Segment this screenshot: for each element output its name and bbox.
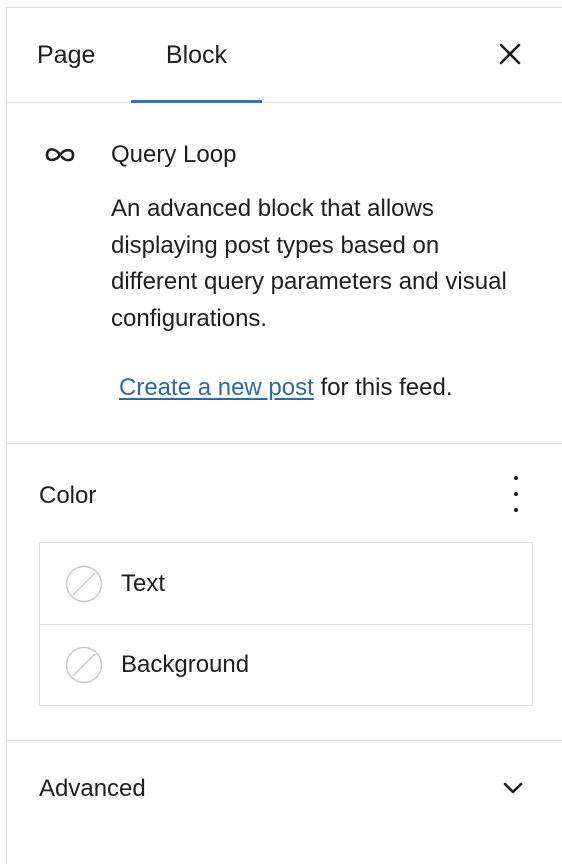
inspector-tabs: Page Block xyxy=(7,8,562,103)
color-options-menu-button[interactable] xyxy=(504,476,528,512)
color-item-text[interactable]: Text xyxy=(40,543,532,624)
color-item-list: Text Background xyxy=(39,542,533,706)
tab-block[interactable]: Block xyxy=(131,8,262,102)
block-card: Query Loop An advanced block that allows… xyxy=(7,103,562,444)
empty-swatch-icon xyxy=(65,646,103,684)
color-item-background[interactable]: Background xyxy=(40,624,532,705)
block-description: An advanced block that allows displaying… xyxy=(111,195,507,332)
color-item-label: Background xyxy=(121,651,250,678)
empty-swatch-icon xyxy=(65,565,103,602)
tab-page[interactable]: Page xyxy=(37,8,95,102)
close-icon xyxy=(499,43,521,65)
color-item-label: Text xyxy=(121,569,166,597)
kebab-dot-icon xyxy=(514,476,518,480)
kebab-dot-icon xyxy=(514,492,518,496)
block-title: Query Loop xyxy=(111,141,237,168)
chevron-down-icon xyxy=(503,782,523,794)
color-panel: Color Text Background xyxy=(7,444,562,741)
feed-hint: Create a new post for this feed. xyxy=(119,374,453,402)
loop-icon xyxy=(45,148,75,162)
close-button[interactable] xyxy=(494,38,526,70)
kebab-dot-icon xyxy=(514,508,518,512)
block-inspector-panel: Page Block Query Loop An advanced block … xyxy=(6,7,562,864)
advanced-panel-toggle[interactable]: Advanced xyxy=(7,741,562,841)
feed-hint-suffix: for this feed. xyxy=(313,374,453,401)
color-panel-title: Color xyxy=(39,482,97,509)
advanced-panel-title: Advanced xyxy=(39,775,146,802)
create-post-link[interactable]: Create a new post xyxy=(119,374,314,401)
